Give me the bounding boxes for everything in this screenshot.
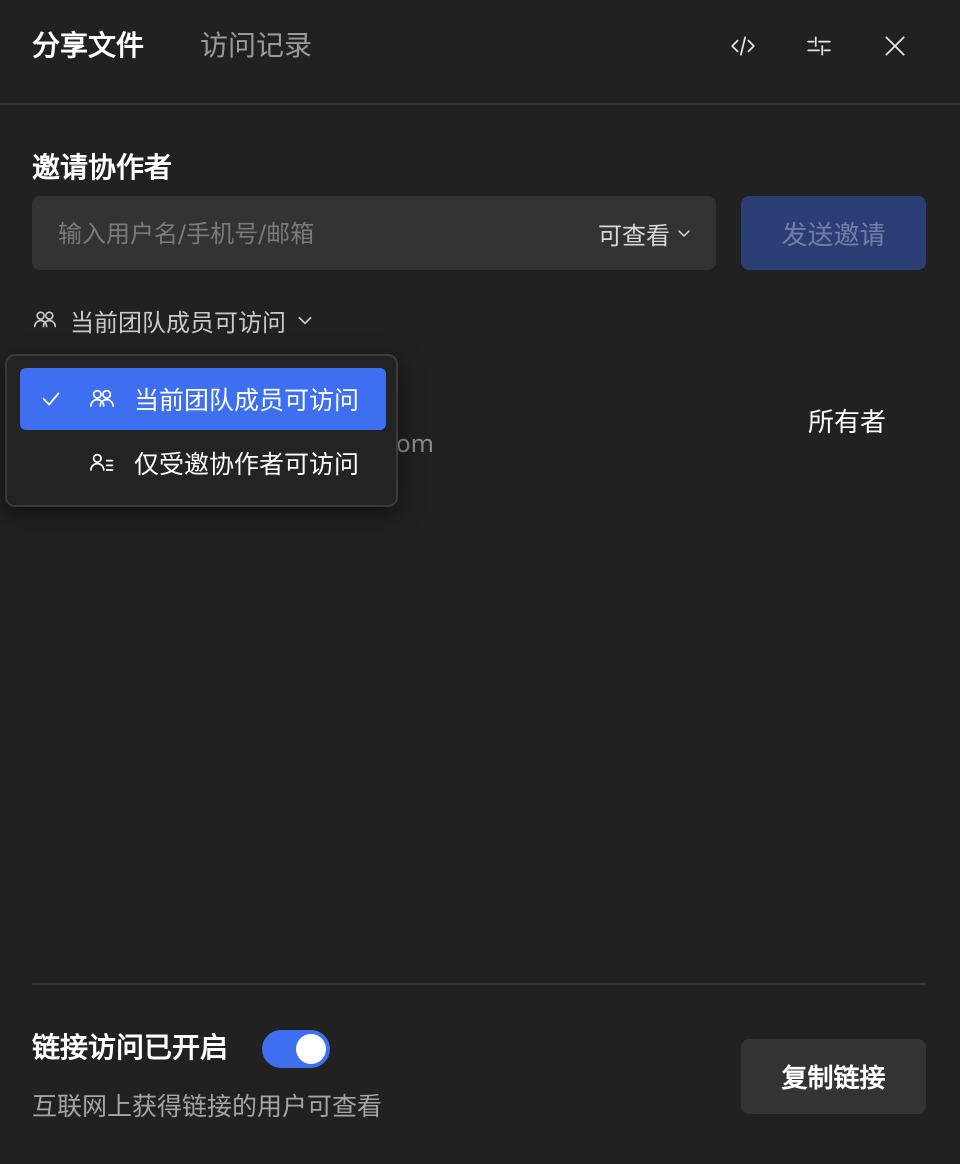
access-scope-dropdown: 当前团队成员可访问 仅受邀协作者可访问 (5, 354, 398, 507)
member-email: om (396, 430, 435, 458)
user-list-icon (90, 453, 114, 471)
invite-search-input[interactable] (56, 196, 580, 272)
chevron-down-icon (678, 230, 690, 237)
member-role: 所有者 (808, 408, 887, 438)
permission-select[interactable]: 可查看 (598, 196, 692, 270)
footer-divider (32, 983, 926, 985)
link-access-status: 链接访问已开启 (32, 1031, 229, 1064)
dropdown-option-label: 当前团队成员可访问 (134, 386, 360, 415)
dropdown-option-invited-only[interactable]: 仅受邀协作者可访问 (20, 432, 386, 494)
chevron-down-icon (298, 316, 312, 325)
access-scope-select[interactable]: 当前团队成员可访问 (32, 302, 314, 338)
link-access-toggle[interactable] (262, 1030, 330, 1068)
panel-header: 分享文件 访问记录 (0, 0, 960, 105)
team-icon (90, 389, 114, 407)
toggle-knob (296, 1034, 326, 1064)
dropdown-option-label: 仅受邀协作者可访问 (134, 450, 360, 479)
tab-access-log[interactable]: 访问记录 (200, 26, 312, 66)
tab-share-file[interactable]: 分享文件 (32, 26, 144, 66)
embed-code-icon[interactable] (725, 28, 761, 64)
send-invite-button[interactable]: 发送邀请 (741, 196, 926, 270)
copy-link-button[interactable]: 复制链接 (741, 1039, 926, 1114)
dropdown-option-team-members[interactable]: 当前团队成员可访问 (20, 368, 386, 430)
team-icon (33, 311, 57, 328)
access-scope-value: 当前团队成员可访问 (70, 308, 286, 337)
close-icon[interactable] (877, 28, 913, 64)
link-access-description: 互联网上获得链接的用户可查看 (32, 1092, 383, 1121)
settings-sliders-icon[interactable] (801, 28, 837, 64)
invite-title: 邀请协作者 (32, 151, 173, 184)
invite-field: 可查看 (32, 196, 716, 272)
check-icon (42, 392, 60, 406)
permission-select-value: 可查看 (598, 221, 670, 250)
share-panel: 分享文件 访问记录 邀请协作者 输入用户名/手机号/邮箱 可查看 发送邀请 当前… (0, 0, 960, 1164)
